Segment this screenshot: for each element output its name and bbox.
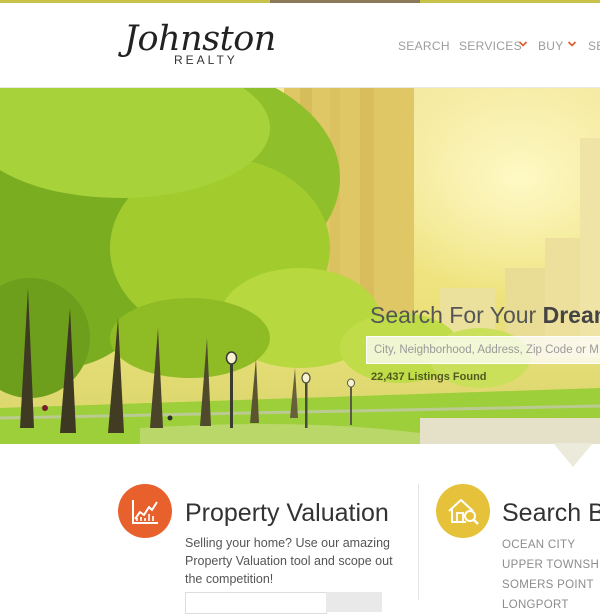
site-header: Johnston REALTY SEARCH SERVICES BUY SE [0, 3, 600, 88]
valuation-badge[interactable] [118, 484, 172, 538]
city-link[interactable]: LONGPORT [502, 595, 600, 615]
hero-search-title: Search For Your Dream [370, 302, 600, 329]
city-link[interactable]: OCEAN CITY [502, 535, 600, 555]
hero-notch [553, 443, 593, 467]
nav-item-services[interactable]: SERVICES [459, 39, 522, 53]
nav-item-search[interactable]: SEARCH [398, 39, 450, 53]
hero-park-image [0, 88, 600, 444]
chevron-down-icon[interactable] [518, 39, 528, 49]
city-link[interactable]: SOMERS POINT [502, 575, 600, 595]
hero-title-light: Search For Your [370, 302, 543, 328]
valuation-description: Selling your home? Use our amazing Prope… [185, 536, 393, 586]
chart-growth-icon [132, 500, 158, 524]
listings-count: 22,437 Listings Found [371, 371, 487, 383]
hero-search-box [366, 336, 600, 364]
city-link[interactable]: UPPER TOWNSHIP [502, 555, 600, 575]
search-by-title: Search By [502, 499, 600, 527]
nav-item-buy[interactable]: BUY [538, 39, 564, 53]
chevron-down-icon[interactable] [567, 39, 577, 49]
section-divider [418, 484, 419, 600]
logo-tagline: REALTY [174, 53, 238, 67]
hero-title-bold: Dream [542, 302, 600, 328]
search-input[interactable] [367, 337, 600, 363]
search-by-badge[interactable] [436, 484, 490, 538]
logo[interactable]: Johnston REALTY [124, 15, 276, 75]
nav-item-sell[interactable]: SE [588, 39, 600, 53]
valuation-address-input[interactable] [185, 592, 327, 614]
house-search-icon [448, 499, 479, 525]
hero-banner: Search For Your Dream 22,437 Listings Fo… [0, 88, 600, 444]
valuation-title: Property Valuation [185, 499, 389, 527]
valuation-submit-button[interactable] [326, 592, 382, 612]
city-list: OCEAN CITY UPPER TOWNSHIP SOMERS POINT L… [502, 535, 600, 615]
